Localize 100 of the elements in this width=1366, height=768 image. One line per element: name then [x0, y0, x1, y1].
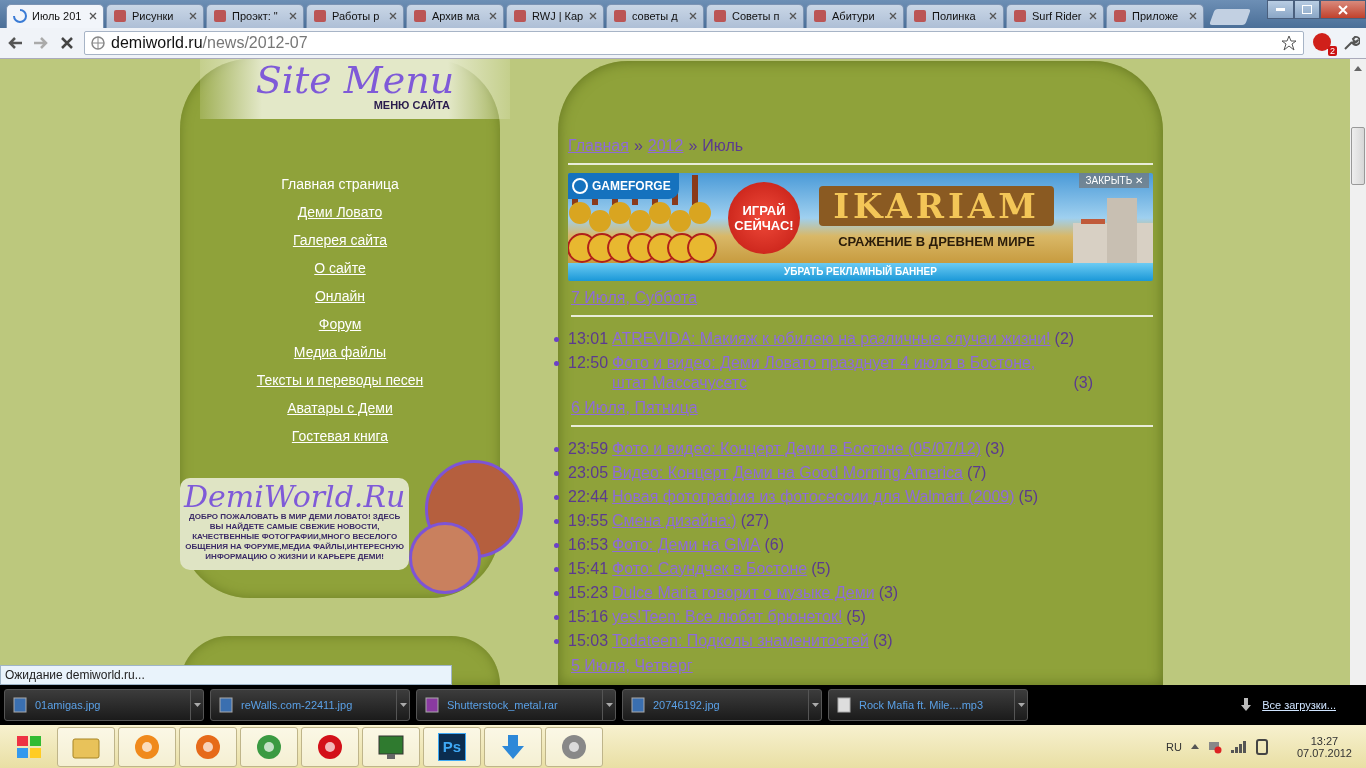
- network-icon[interactable]: [1207, 739, 1222, 754]
- taskbar-app-button[interactable]: Ps: [423, 726, 481, 767]
- close-icon[interactable]: [189, 12, 197, 21]
- close-icon[interactable]: [89, 12, 97, 21]
- scrollbar[interactable]: [1350, 58, 1366, 686]
- download-item[interactable]: Shutterstock_metal.rar: [416, 689, 616, 722]
- comment-count: (3): [985, 438, 1005, 459]
- browser-tab[interactable]: советы д: [606, 3, 704, 28]
- minimize-button[interactable]: [1267, 0, 1294, 19]
- play-now-badge[interactable]: ИГРАЙ СЕЙЧАС!: [728, 181, 800, 254]
- new-tab-button[interactable]: [1209, 8, 1251, 25]
- bullet-icon: [554, 446, 559, 452]
- menu-link[interactable]: Галерея сайта: [292, 230, 388, 250]
- all-downloads-link[interactable]: Все загрузки...: [1262, 699, 1336, 712]
- image-file-icon: [219, 697, 233, 714]
- news-time: 19:55: [568, 510, 609, 531]
- site-logo: DemiWorld.Ru: [184, 481, 406, 512]
- browser-tab[interactable]: Архив ма: [406, 3, 504, 28]
- bullet-icon: [554, 360, 559, 366]
- device-icon[interactable]: [1255, 738, 1268, 755]
- browser-tab[interactable]: RWJ | Кар: [506, 3, 604, 28]
- taskbar-app-button[interactable]: [240, 726, 298, 767]
- bullet-icon: [554, 638, 559, 644]
- menu-link[interactable]: Деми Ловато: [297, 202, 383, 222]
- address-field[interactable]: demiworld.ru/news/2012-07: [84, 30, 1304, 55]
- browser-tab[interactable]: Surf Rider: [1006, 3, 1104, 28]
- circle-logo-icon: [316, 732, 344, 761]
- signal-bars-icon[interactable]: [1230, 740, 1247, 753]
- browser-tab[interactable]: Июль 201: [6, 3, 104, 28]
- favicon-icon: [613, 9, 627, 24]
- close-button[interactable]: [1320, 0, 1366, 19]
- gameforge-logo: GAMEFORGE: [568, 172, 679, 199]
- caret-icon[interactable]: [605, 703, 613, 708]
- menu-link[interactable]: Форум: [318, 314, 362, 334]
- taskbar-app-button[interactable]: [362, 726, 420, 767]
- clock-time: 13:27: [1310, 734, 1339, 747]
- browser-tab[interactable]: Рисунки: [106, 3, 204, 28]
- close-icon[interactable]: [489, 12, 497, 21]
- menu-link[interactable]: Аватары с Деми: [287, 398, 393, 418]
- star-icon[interactable]: [1281, 34, 1297, 51]
- close-icon[interactable]: [1189, 12, 1197, 21]
- news-time: 15:23: [568, 582, 609, 603]
- caret-icon[interactable]: [1017, 703, 1025, 708]
- close-icon[interactable]: [1089, 12, 1097, 21]
- caret-icon[interactable]: [399, 703, 407, 708]
- menu-subtitle: МЕНЮ САЙТА: [373, 98, 450, 111]
- caret-icon[interactable]: [193, 703, 201, 708]
- browser-tab[interactable]: Работы р: [306, 3, 404, 28]
- browser-tab[interactable]: Полинка: [906, 3, 1004, 28]
- favicon-icon: [813, 9, 827, 24]
- download-item[interactable]: 20746192.jpg: [622, 689, 822, 722]
- restore-button[interactable]: [1294, 0, 1320, 19]
- menu-link[interactable]: Онлайн: [314, 286, 366, 306]
- download-item[interactable]: reWalls.com-22411.jpg: [210, 689, 410, 722]
- news-time: 12:50: [568, 352, 609, 373]
- comment-count: (27): [740, 510, 770, 531]
- chevron-up-icon[interactable]: [1190, 744, 1199, 750]
- menu-link[interactable]: Гостевая книга: [291, 426, 389, 446]
- taskbar-app-button[interactable]: [484, 726, 542, 767]
- game-title: IKARIAM: [819, 186, 1054, 227]
- clock[interactable]: 13:27 07.07.2012: [1296, 734, 1352, 759]
- download-item[interactable]: Rock Mafia ft. Mile....mp3: [828, 689, 1028, 722]
- circle-logo-icon: [255, 732, 283, 761]
- download-item[interactable]: 01amigas.jpg: [4, 689, 204, 722]
- news-time: 15:16: [568, 606, 609, 627]
- circle-logo-icon: [194, 732, 222, 761]
- wrench-icon[interactable]: [1342, 33, 1360, 52]
- close-icon[interactable]: [989, 12, 997, 21]
- news-time: 15:41: [568, 558, 609, 579]
- taskbar-app-button[interactable]: [301, 726, 359, 767]
- extension-button[interactable]: 2: [1312, 31, 1334, 54]
- monitor-icon: [377, 733, 405, 760]
- restore-icon: [1302, 5, 1312, 14]
- close-icon[interactable]: [689, 12, 697, 21]
- browser-tab[interactable]: Абитури: [806, 3, 904, 28]
- close-icon[interactable]: [589, 12, 597, 21]
- music-file-icon: [837, 697, 851, 714]
- bullet-icon: [554, 614, 559, 620]
- browser-tab[interactable]: Советы п: [706, 3, 804, 28]
- close-icon[interactable]: [289, 12, 297, 21]
- taskbar-app-button[interactable]: [545, 726, 603, 767]
- browser-tab[interactable]: Проэкт: ": [206, 3, 304, 28]
- news-time: 22:44: [568, 486, 609, 507]
- scrollbar-thumb[interactable]: [1351, 126, 1365, 185]
- news-time: 15:03: [568, 630, 609, 651]
- menu-link[interactable]: Медиа файлы: [293, 342, 387, 362]
- status-bubble: Ожидание demiworld.ru...: [0, 665, 452, 686]
- menu-link[interactable]: О сайте: [314, 258, 366, 278]
- language-indicator[interactable]: RU: [1166, 740, 1182, 753]
- close-icon[interactable]: [389, 12, 397, 21]
- menu-link[interactable]: Главная страница: [281, 174, 399, 194]
- scroll-up-arrow-icon[interactable]: [1354, 64, 1362, 71]
- caret-icon[interactable]: [811, 703, 819, 708]
- bullet-icon: [554, 566, 559, 572]
- close-icon[interactable]: [789, 12, 797, 21]
- favicon-icon: [513, 9, 527, 24]
- close-ad-button[interactable]: ЗАКРЫТЬ ✕: [1079, 172, 1149, 188]
- menu-link[interactable]: Тексты и переводы песен: [256, 370, 424, 390]
- browser-tab[interactable]: Приложе: [1106, 3, 1204, 28]
- close-icon[interactable]: [889, 12, 897, 21]
